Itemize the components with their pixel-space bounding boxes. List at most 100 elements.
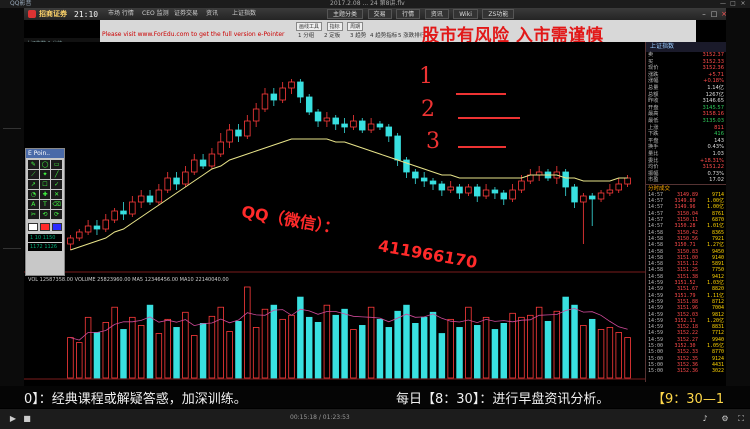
candle[interactable] bbox=[350, 120, 357, 128]
mini-button[interactable]: 指标 bbox=[326, 22, 343, 31]
close-button[interactable]: × bbox=[740, 1, 746, 7]
banner-button[interactable]: 4 趋势指标 bbox=[368, 32, 399, 41]
candle[interactable] bbox=[120, 210, 127, 215]
candle[interactable] bbox=[385, 126, 393, 137]
candle[interactable] bbox=[252, 108, 260, 122]
app-minimize-icon[interactable]: – bbox=[700, 10, 708, 18]
tab-topic[interactable]: 主题分类 bbox=[327, 9, 364, 19]
candle[interactable] bbox=[624, 177, 631, 185]
candle[interactable] bbox=[217, 141, 224, 155]
menu-item[interactable]: 证券交易 bbox=[174, 8, 198, 20]
menu-item[interactable]: CEO 监测 bbox=[142, 8, 169, 20]
candle[interactable] bbox=[474, 186, 481, 197]
candle[interactable] bbox=[412, 171, 419, 179]
candle[interactable] bbox=[341, 123, 348, 128]
candle[interactable] bbox=[146, 195, 154, 203]
epointer-tool-icon[interactable]: ✂ bbox=[28, 210, 39, 219]
epointer-tool-icon[interactable]: ✎ bbox=[28, 160, 39, 169]
candle[interactable] bbox=[208, 153, 216, 167]
candle[interactable] bbox=[394, 135, 401, 161]
menu-item[interactable]: 资讯 bbox=[206, 8, 218, 20]
menu-item[interactable]: 上证指数 bbox=[232, 8, 256, 20]
candle[interactable] bbox=[261, 93, 269, 110]
candle[interactable] bbox=[509, 189, 516, 200]
epointer-tool-icon[interactable]: ◔ bbox=[28, 190, 39, 199]
candle[interactable] bbox=[235, 129, 242, 137]
candle[interactable] bbox=[270, 93, 278, 101]
tab-zs[interactable]: ZS功能 bbox=[482, 9, 515, 19]
minimize-button[interactable]: — bbox=[720, 1, 726, 7]
banner-button[interactable]: 1 分组 bbox=[296, 32, 316, 41]
candle[interactable] bbox=[491, 189, 499, 194]
candle[interactable] bbox=[456, 186, 463, 194]
epointer-tool-icon[interactable]: ✕ bbox=[51, 190, 62, 199]
candle[interactable] bbox=[438, 183, 446, 191]
maximize-button[interactable]: □ bbox=[730, 1, 736, 7]
candle[interactable] bbox=[297, 81, 304, 98]
epointer-tool-icon[interactable]: ✦ bbox=[39, 170, 51, 179]
color-swatch-white[interactable] bbox=[28, 223, 38, 231]
epointer-tool-icon[interactable]: ☐ bbox=[39, 180, 51, 189]
app-maximize-icon[interactable]: □ bbox=[710, 10, 718, 18]
volume-icon[interactable]: ♪ bbox=[700, 414, 710, 424]
candle[interactable] bbox=[76, 231, 83, 239]
candle[interactable] bbox=[588, 195, 596, 200]
candle[interactable] bbox=[137, 195, 145, 203]
candle[interactable] bbox=[173, 177, 180, 185]
candle[interactable] bbox=[429, 180, 437, 185]
candle[interactable] bbox=[244, 120, 251, 137]
candle[interactable] bbox=[359, 120, 366, 131]
banner-button[interactable]: 2 定板 bbox=[322, 32, 342, 41]
tab-news[interactable]: 资讯 bbox=[424, 9, 449, 19]
candle[interactable] bbox=[279, 87, 286, 101]
candle[interactable] bbox=[111, 210, 118, 221]
candle[interactable] bbox=[482, 189, 490, 197]
epointer-tool-icon[interactable]: ╱ bbox=[51, 170, 62, 179]
candle[interactable] bbox=[332, 117, 339, 125]
trades-list[interactable]: 14:57 3149.89 9714 14:57 3149.89 1.00亿 14:57 31… bbox=[646, 192, 726, 375]
candle[interactable] bbox=[164, 177, 171, 191]
candle[interactable] bbox=[420, 177, 428, 182]
epointer-tool-icon[interactable]: ⟳ bbox=[51, 210, 62, 219]
candle[interactable] bbox=[84, 225, 92, 233]
epointer-tool-icon[interactable]: ↗ bbox=[28, 180, 39, 189]
candle[interactable] bbox=[93, 225, 101, 230]
candle[interactable] bbox=[129, 201, 136, 215]
candle[interactable] bbox=[191, 159, 198, 173]
candle[interactable] bbox=[199, 159, 207, 167]
mini-button[interactable]: 周期 bbox=[347, 22, 364, 31]
stop-icon[interactable]: ■ bbox=[22, 414, 32, 424]
candle[interactable] bbox=[571, 186, 578, 203]
candle[interactable] bbox=[367, 123, 375, 131]
epointer-tool-icon[interactable]: ◯ bbox=[39, 160, 51, 169]
tab-quote[interactable]: 行情 bbox=[396, 9, 421, 19]
epointer-tool-icon[interactable]: A bbox=[28, 200, 39, 209]
candle[interactable] bbox=[465, 186, 472, 194]
candle[interactable] bbox=[580, 195, 587, 203]
candle[interactable] bbox=[500, 192, 507, 200]
play-icon[interactable]: ▶ bbox=[8, 414, 18, 424]
banner-button[interactable]: 3 趋势 bbox=[348, 32, 368, 41]
candle[interactable] bbox=[376, 123, 384, 128]
epointer-tool-icon[interactable]: ⟲ bbox=[39, 210, 51, 219]
candle[interactable] bbox=[518, 180, 525, 191]
candle[interactable] bbox=[67, 237, 74, 245]
candle[interactable] bbox=[562, 171, 569, 188]
app-close-icon[interactable]: × bbox=[720, 10, 728, 18]
candle[interactable] bbox=[155, 189, 163, 203]
candle[interactable] bbox=[226, 129, 233, 143]
candle[interactable] bbox=[314, 111, 322, 122]
epointer-tool-icon[interactable]: ⌫ bbox=[51, 200, 62, 209]
color-swatch-red[interactable] bbox=[40, 223, 50, 231]
candle[interactable] bbox=[447, 186, 454, 191]
settings-icon[interactable]: ⚙ bbox=[720, 414, 730, 424]
epointer-tool-icon[interactable]: ✚ bbox=[39, 190, 51, 199]
epointer-tool-icon[interactable]: ✓ bbox=[51, 180, 62, 189]
epointer-tool-icon[interactable]: ▭ bbox=[51, 160, 62, 169]
epointer-tool-icon[interactable]: ⟋ bbox=[28, 170, 39, 179]
tab-trade[interactable]: 交易 bbox=[367, 9, 392, 19]
candle[interactable] bbox=[288, 81, 295, 89]
candle[interactable] bbox=[606, 189, 614, 194]
color-swatch-blue[interactable] bbox=[52, 223, 62, 231]
candle[interactable] bbox=[597, 192, 605, 200]
